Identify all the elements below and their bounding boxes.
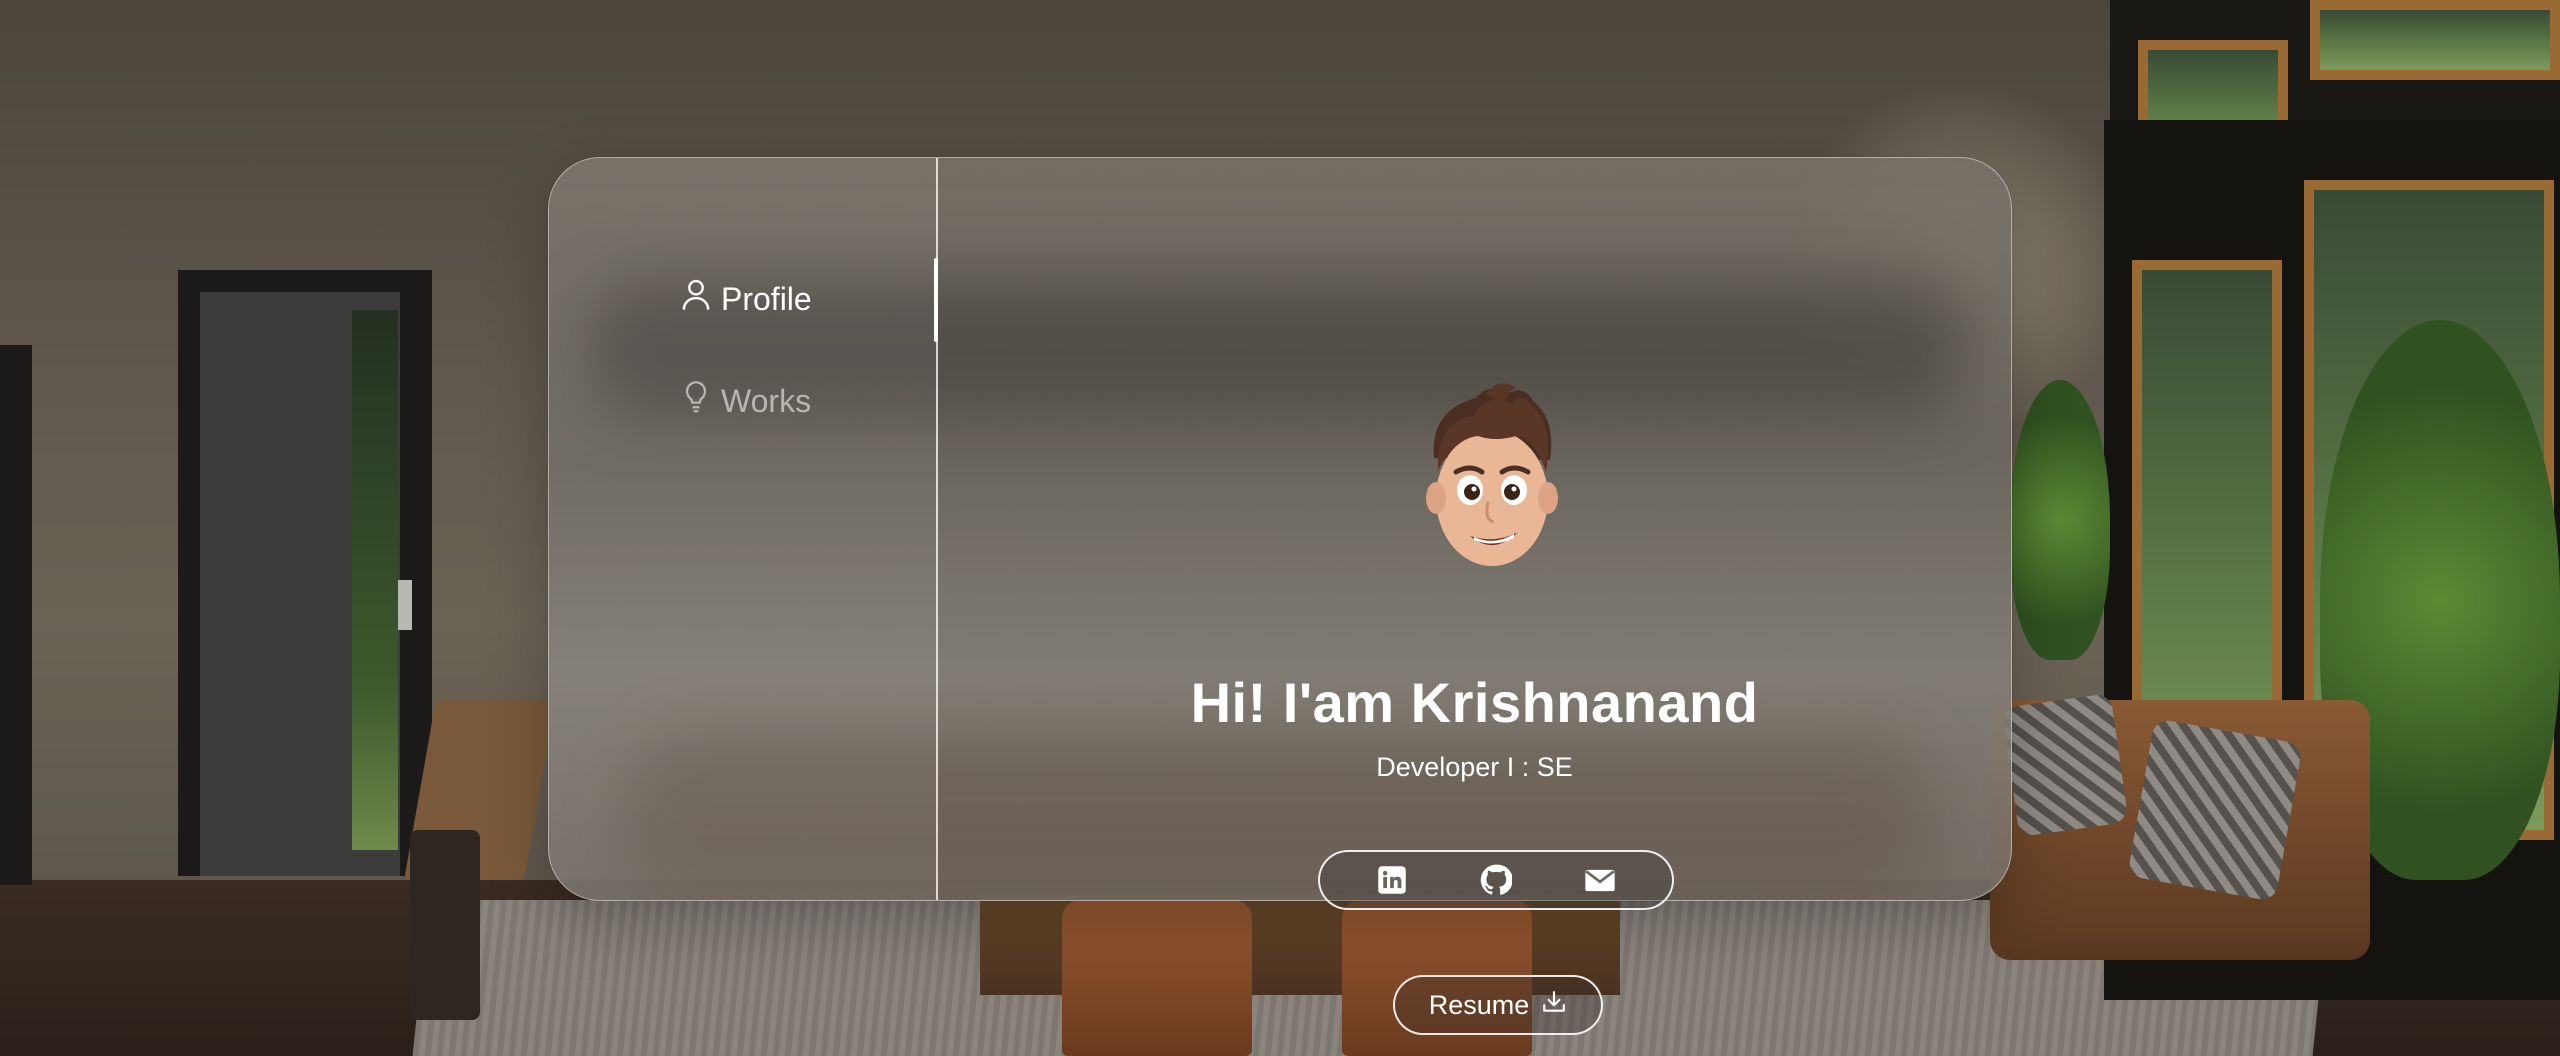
nav-item-works[interactable]: Works bbox=[681, 380, 811, 422]
nav-item-label: Profile bbox=[721, 280, 812, 317]
social-links bbox=[1318, 850, 1674, 910]
left-door-edge bbox=[0, 345, 32, 885]
mail-icon[interactable] bbox=[1583, 863, 1617, 897]
linkedin-icon[interactable] bbox=[1375, 863, 1409, 897]
role-subtitle: Developer I : SE bbox=[1376, 752, 1573, 782]
ottoman-left bbox=[1062, 900, 1252, 1056]
nav-item-label: Works bbox=[721, 382, 812, 419]
door-handle bbox=[398, 580, 412, 630]
profile-content: Hi! I'am Krishnanand Developer I : SE bbox=[938, 158, 2011, 900]
resume-label: Resume bbox=[1428, 989, 1530, 1020]
pillow-right bbox=[2127, 718, 2303, 902]
lightbulb-icon bbox=[681, 380, 711, 422]
nav-item-profile[interactable]: Profile bbox=[681, 278, 812, 320]
download-icon bbox=[1541, 989, 1567, 1022]
glass-window: Profile Works Hi! I'am Krishnanand Devel… bbox=[548, 157, 2012, 901]
resume-button[interactable]: Resume bbox=[1393, 975, 1603, 1035]
person-icon bbox=[681, 278, 711, 320]
greeting-title: Hi! I'am Krishnanand bbox=[1190, 671, 1759, 734]
plant-center bbox=[2010, 380, 2110, 660]
stool bbox=[410, 830, 480, 1020]
pillow-left bbox=[2001, 692, 2129, 838]
sidebar: Profile Works bbox=[549, 158, 938, 900]
github-icon[interactable] bbox=[1479, 863, 1513, 897]
memoji-avatar bbox=[1416, 380, 1566, 580]
door-glass bbox=[352, 310, 398, 850]
